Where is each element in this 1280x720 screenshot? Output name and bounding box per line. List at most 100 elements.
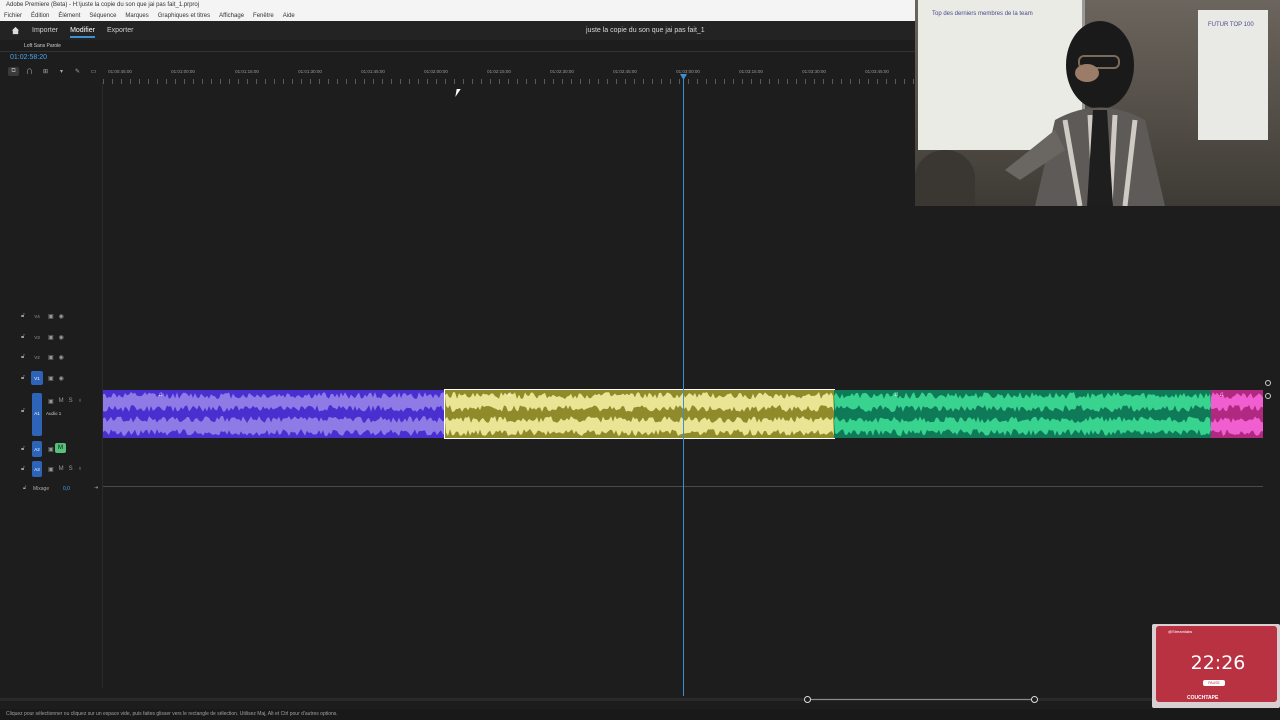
sync-icon[interactable]: ▣: [48, 334, 54, 341]
audio-clip-yellow-selected[interactable]: ♫: [444, 389, 835, 439]
lock-icon[interactable]: 🔓︎: [20, 334, 26, 341]
timer-widget: @Streamlabs 22:26 PAUSE COUCHTAPE: [1152, 624, 1280, 708]
sync-icon[interactable]: ▣: [48, 375, 54, 382]
webcam-overlay: Top des derniers membres de la team FUTU…: [915, 0, 1280, 206]
track-header-v2: 🔓︎ V2 ▣ ◉: [20, 348, 64, 366]
track-name-a2[interactable]: A2: [31, 442, 43, 456]
track-name-v3[interactable]: V3: [31, 330, 43, 344]
status-text: Cliquez pour sélectionner ou cliquez sur…: [6, 711, 338, 717]
project-title: juste la copie du son que jai pas fait_1: [586, 27, 705, 34]
menu-graphiques[interactable]: Graphiques et titres: [158, 11, 210, 21]
scroll-handle-right[interactable]: [1031, 696, 1038, 703]
lock-icon[interactable]: 🔓︎: [20, 313, 26, 320]
track-resize-handle[interactable]: [1265, 393, 1271, 399]
sync-icon[interactable]: ▣: [48, 398, 54, 405]
track-name-v4[interactable]: V4: [31, 309, 43, 323]
track-name-a3[interactable]: A3: [31, 462, 43, 476]
tab-importer[interactable]: Importer: [32, 21, 58, 40]
whiteboard-right: FUTUR TOP 100: [1198, 10, 1268, 140]
marker-icon[interactable]: ▾: [56, 67, 67, 76]
ruler-label: 01:03:00:00: [676, 69, 700, 74]
ruler-label: 01:02:45:00: [613, 69, 637, 74]
menu-sequence[interactable]: Séquence: [89, 11, 116, 21]
timeline-tools: ⧉ ⋂ ⊞ ▾ ✎ ▭: [8, 67, 99, 76]
menu-affichage[interactable]: Affichage: [219, 11, 244, 21]
menu-fichier[interactable]: Fichier: [4, 11, 22, 21]
ruler-label: 01:02:30:00: [550, 69, 574, 74]
mute-icon[interactable]: M: [59, 398, 64, 404]
lock-icon[interactable]: 🔓︎: [20, 446, 26, 453]
track-header-v4: 🔓︎ V4 ▣ ◉: [20, 307, 64, 325]
sync-icon[interactable]: ▣: [48, 354, 54, 361]
audio-clip-green[interactable]: ♫: [834, 390, 1211, 438]
audio-fx-icon: ♫: [1219, 392, 1224, 398]
sync-icon[interactable]: ▣: [48, 446, 54, 453]
mix-value[interactable]: 0,0: [63, 486, 70, 492]
sequence-tab[interactable]: Loft Sans Parole: [24, 43, 61, 49]
audio-clip-purple[interactable]: ♫: [103, 390, 445, 438]
timecode-display[interactable]: 01:02:58:20: [10, 54, 47, 61]
mic-icon[interactable]: ♁: [78, 466, 83, 472]
scrollbar-thumb[interactable]: [807, 699, 1034, 700]
ruler-label: 01:01:30:00: [298, 69, 322, 74]
lock-icon[interactable]: 🔓︎: [23, 485, 26, 491]
eye-icon[interactable]: ◉: [59, 354, 64, 361]
eye-icon[interactable]: ◉: [59, 313, 64, 320]
widget-brand: @Streamlabs: [1168, 629, 1193, 634]
tab-modifier[interactable]: Modifier: [70, 21, 95, 40]
lock-icon[interactable]: 🔓︎: [20, 408, 26, 415]
sync-icon[interactable]: ▣: [48, 466, 54, 473]
tab-exporter[interactable]: Exporter: [107, 21, 133, 40]
track-name-a1[interactable]: A1: [31, 406, 43, 420]
playhead-line[interactable]: [683, 76, 684, 696]
widget-name: COUCHTAPE: [1187, 695, 1219, 701]
mouse-cursor: [455, 89, 461, 97]
ruler-label: 01:03:45:00: [865, 69, 889, 74]
a2-mute-button[interactable]: M: [55, 443, 66, 453]
lock-icon[interactable]: 🔓︎: [20, 466, 26, 473]
solo-icon[interactable]: S: [69, 398, 73, 404]
clock-display: 22:26: [1190, 652, 1246, 674]
track-header-a2: 🔓︎ A2 ▣: [20, 440, 54, 458]
menu-marques[interactable]: Marques: [125, 11, 148, 21]
menu-aide[interactable]: Aide: [283, 11, 295, 21]
a1-track-name: Audio 1: [46, 411, 62, 416]
track-resize-handle[interactable]: [1265, 380, 1271, 386]
ruler-label: 01:01:45:00: [361, 69, 385, 74]
waveform-channel: [103, 392, 445, 412]
ruler-label: 01:03:30:00: [802, 69, 826, 74]
time-ruler[interactable]: 01:00:45:00 01:01:00:00 01:01:15:00 01:0…: [103, 63, 915, 85]
menu-edition[interactable]: Édition: [31, 11, 49, 21]
lock-icon[interactable]: 🔓︎: [20, 354, 26, 361]
status-bar: Cliquez pour sélectionner ou cliquez sur…: [0, 709, 1280, 720]
audio-fx-icon: ♫: [507, 392, 512, 398]
eye-icon[interactable]: ◉: [59, 375, 64, 382]
track-name-v1[interactable]: V1: [31, 371, 43, 385]
audio-clip-pink[interactable]: ♫: [1211, 390, 1263, 438]
linked-selection-icon[interactable]: ⊞: [40, 67, 51, 76]
menu-fenetre[interactable]: Fenêtre: [253, 11, 274, 21]
sync-icon[interactable]: ▣: [48, 313, 54, 320]
home-icon[interactable]: [11, 26, 20, 35]
snap-icon[interactable]: ⋂: [24, 67, 35, 76]
menu-element[interactable]: Élément: [58, 11, 80, 21]
track-header-a3: 🔓︎ A3 ▣ M S ♁: [20, 460, 82, 478]
go-to-end-icon[interactable]: ⇥: [94, 485, 98, 491]
mic-icon[interactable]: ♁: [78, 398, 83, 404]
mute-icon[interactable]: M: [59, 466, 64, 472]
waveform: [445, 390, 834, 438]
lock-icon[interactable]: 🔓︎: [20, 375, 26, 382]
scroll-handle-left[interactable]: [804, 696, 811, 703]
eye-icon[interactable]: ◉: [59, 334, 64, 341]
solo-icon[interactable]: S: [69, 466, 73, 472]
pause-pill: PAUSE: [1203, 680, 1225, 686]
ruler-label: 01:00:45:00: [108, 69, 132, 74]
ruler-label: 01:02:00:00: [424, 69, 448, 74]
captions-icon[interactable]: ▭: [88, 67, 99, 76]
wrench-icon[interactable]: ✎: [72, 67, 83, 76]
track-header-divider: [102, 82, 103, 688]
track-name-v2[interactable]: V2: [31, 350, 43, 364]
insert-sequence-icon[interactable]: ⧉: [8, 67, 19, 76]
ruler-label: 01:02:15:00: [487, 69, 511, 74]
mix-label: Mixage: [33, 486, 50, 492]
